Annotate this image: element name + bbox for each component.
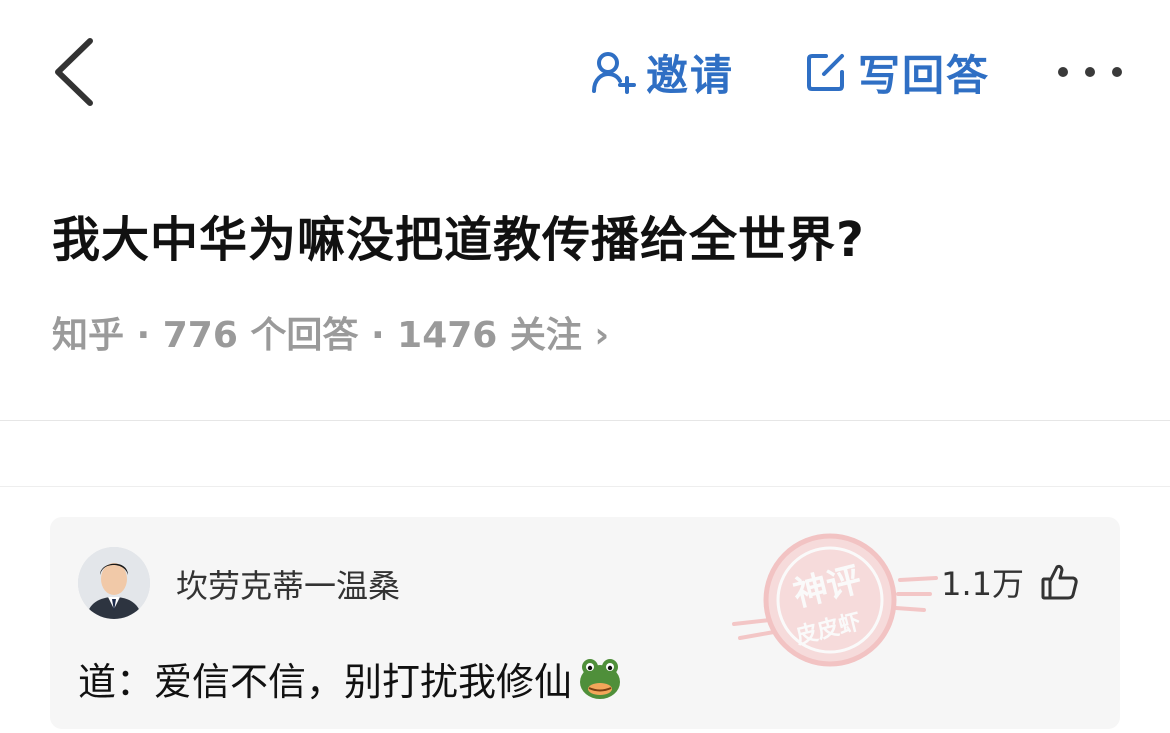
more-options-button[interactable] [1058,50,1122,94]
avatar-image [78,547,150,619]
comment-author[interactable]: 坎劳克蒂一温桑 [176,561,400,607]
section-separator [0,486,1170,487]
write-answer-button[interactable]: 写回答 [804,44,990,100]
avatar[interactable] [78,547,150,619]
write-answer-label: 写回答 [858,50,991,100]
question-title[interactable]: 我大中华为嘛没把道教传播给全世界? [52,200,865,270]
divider [0,420,1170,421]
top-navigation-bar: 邀请 写回答 [0,0,1170,140]
comment-text: 道：爱信不信，别打扰我修仙 [78,660,573,704]
question-meta[interactable]: 知乎 · 776 个回答 · 1476 关注 › [52,306,609,358]
more-dots-icon [1058,67,1068,77]
like-count: 1.1万 [941,565,1024,603]
back-button[interactable] [44,30,104,114]
edit-square-icon [807,54,844,91]
invite-label: 邀请 [646,50,735,100]
watermark-stamp: 神评 皮皮虾 [730,528,940,678]
add-user-icon [592,52,636,94]
invite-button[interactable]: 邀请 [590,44,734,100]
chevron-left-icon [55,38,93,106]
hot-comment-card[interactable]: 坎劳克蒂一温桑 1.1万 道：爱信不信，别打扰我修仙 [50,517,1120,729]
comment-text-row: 道：爱信不信，别打扰我修仙 [78,651,624,706]
frog-face-emoji [580,658,621,699]
like-button[interactable]: 1.1万 [941,559,1080,605]
thumbs-up-icon [1041,564,1078,600]
